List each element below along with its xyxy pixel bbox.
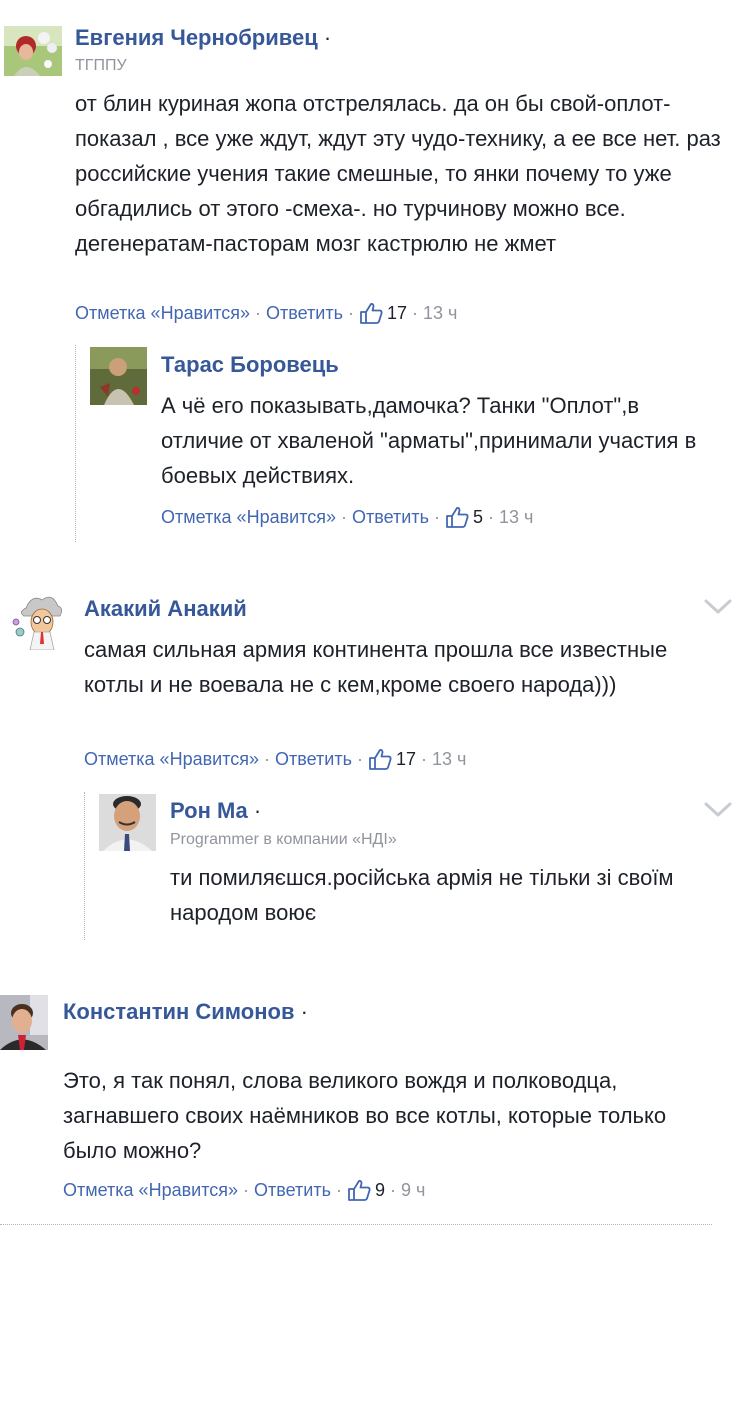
separator-dot: · — [421, 748, 427, 769]
separator-dot: · — [264, 748, 271, 769]
separator-dot: · — [341, 506, 348, 527]
comment-author[interactable]: Константин Симонов · — [63, 999, 308, 1025]
timestamp[interactable]: 13 ч — [423, 303, 457, 324]
reply-author[interactable]: Тарас Боровець — [161, 352, 339, 378]
author-subtitle: ТГППУ — [75, 57, 127, 74]
thumbs-up-icon[interactable] — [368, 748, 392, 770]
timestamp[interactable]: 13 ч — [432, 749, 466, 770]
separator-dot: · — [323, 25, 332, 50]
avatar[interactable] — [12, 592, 70, 650]
comment-text: Это, я так понял, слова великого вождя и… — [63, 1068, 667, 1163]
separator-dot: · — [243, 1179, 250, 1200]
reply-text: А чё его показывать,дамочка? Танки "Опло… — [161, 393, 697, 488]
comment-actions: Отметка «Нравится» · Ответить · 17 · 13 … — [75, 302, 457, 324]
author-name[interactable]: Константин Симонов — [63, 999, 294, 1024]
chevron-down-icon[interactable] — [704, 801, 732, 819]
separator-dot: · — [356, 748, 363, 769]
avatar[interactable] — [0, 995, 48, 1050]
separator-dot: · — [300, 999, 308, 1024]
timestamp[interactable]: 13 ч — [499, 507, 533, 528]
chevron-down-icon[interactable] — [704, 598, 732, 616]
avatar[interactable] — [4, 26, 62, 76]
like-link[interactable]: Отметка «Нравится» — [75, 303, 250, 324]
comment-actions: Отметка «Нравится» · Ответить · 17 · 13 … — [84, 748, 466, 770]
reply-thread-line — [75, 345, 76, 542]
separator-dot: · — [487, 506, 494, 527]
like-count[interactable]: 17 — [387, 303, 407, 324]
author-name[interactable]: Рон Ма — [170, 798, 248, 823]
separator-dot: · — [433, 506, 440, 527]
thumbs-up-icon[interactable] — [445, 506, 469, 528]
like-count[interactable]: 5 — [473, 507, 483, 528]
avatar[interactable] — [90, 347, 147, 405]
avatar[interactable] — [99, 794, 156, 851]
separator-dot: · — [335, 1179, 342, 1200]
comment-actions: Отметка «Нравится» · Ответить · 9 · 9 ч — [63, 1179, 425, 1201]
reply-link[interactable]: Ответить — [254, 1180, 331, 1201]
author-subtitle: Programmer в компании «НДІ» — [170, 831, 397, 848]
comment-author[interactable]: Евгения Чернобривец · — [75, 25, 331, 51]
reply-actions: Отметка «Нравится» · Ответить · 5 · 13 ч — [161, 506, 533, 528]
reply-author[interactable]: Рон Ма · — [170, 798, 261, 824]
separator-dot: · — [412, 302, 418, 323]
thumbs-up-icon[interactable] — [347, 1179, 371, 1201]
timestamp[interactable]: 9 ч — [401, 1180, 425, 1201]
reply-link[interactable]: Ответить — [275, 749, 352, 770]
separator-dot: · — [253, 798, 262, 823]
comment-text: самая сильная армия континента прошла вс… — [84, 637, 668, 697]
separator-dot: · — [255, 302, 262, 323]
like-link[interactable]: Отметка «Нравится» — [63, 1180, 238, 1201]
reply-link[interactable]: Ответить — [266, 303, 343, 324]
like-link[interactable]: Отметка «Нравится» — [161, 507, 336, 528]
comment-author[interactable]: Акакий Анакий — [84, 596, 247, 622]
reply-text: ти помиляєшся.російська армія не тільки … — [170, 865, 674, 925]
author-name[interactable]: Евгения Чернобривец — [75, 25, 318, 50]
reply-link[interactable]: Ответить — [352, 507, 429, 528]
reply-thread-line — [84, 792, 85, 940]
like-count[interactable]: 9 — [375, 1180, 385, 1201]
thumbs-up-icon[interactable] — [359, 302, 383, 324]
separator-dot: · — [389, 1179, 396, 1200]
separator-dot: · — [347, 302, 354, 323]
like-count[interactable]: 17 — [396, 749, 416, 770]
comment-text: от блин куриная жопа отстрелялась. да он… — [75, 91, 721, 256]
divider — [0, 1224, 712, 1225]
like-link[interactable]: Отметка «Нравится» — [84, 749, 259, 770]
